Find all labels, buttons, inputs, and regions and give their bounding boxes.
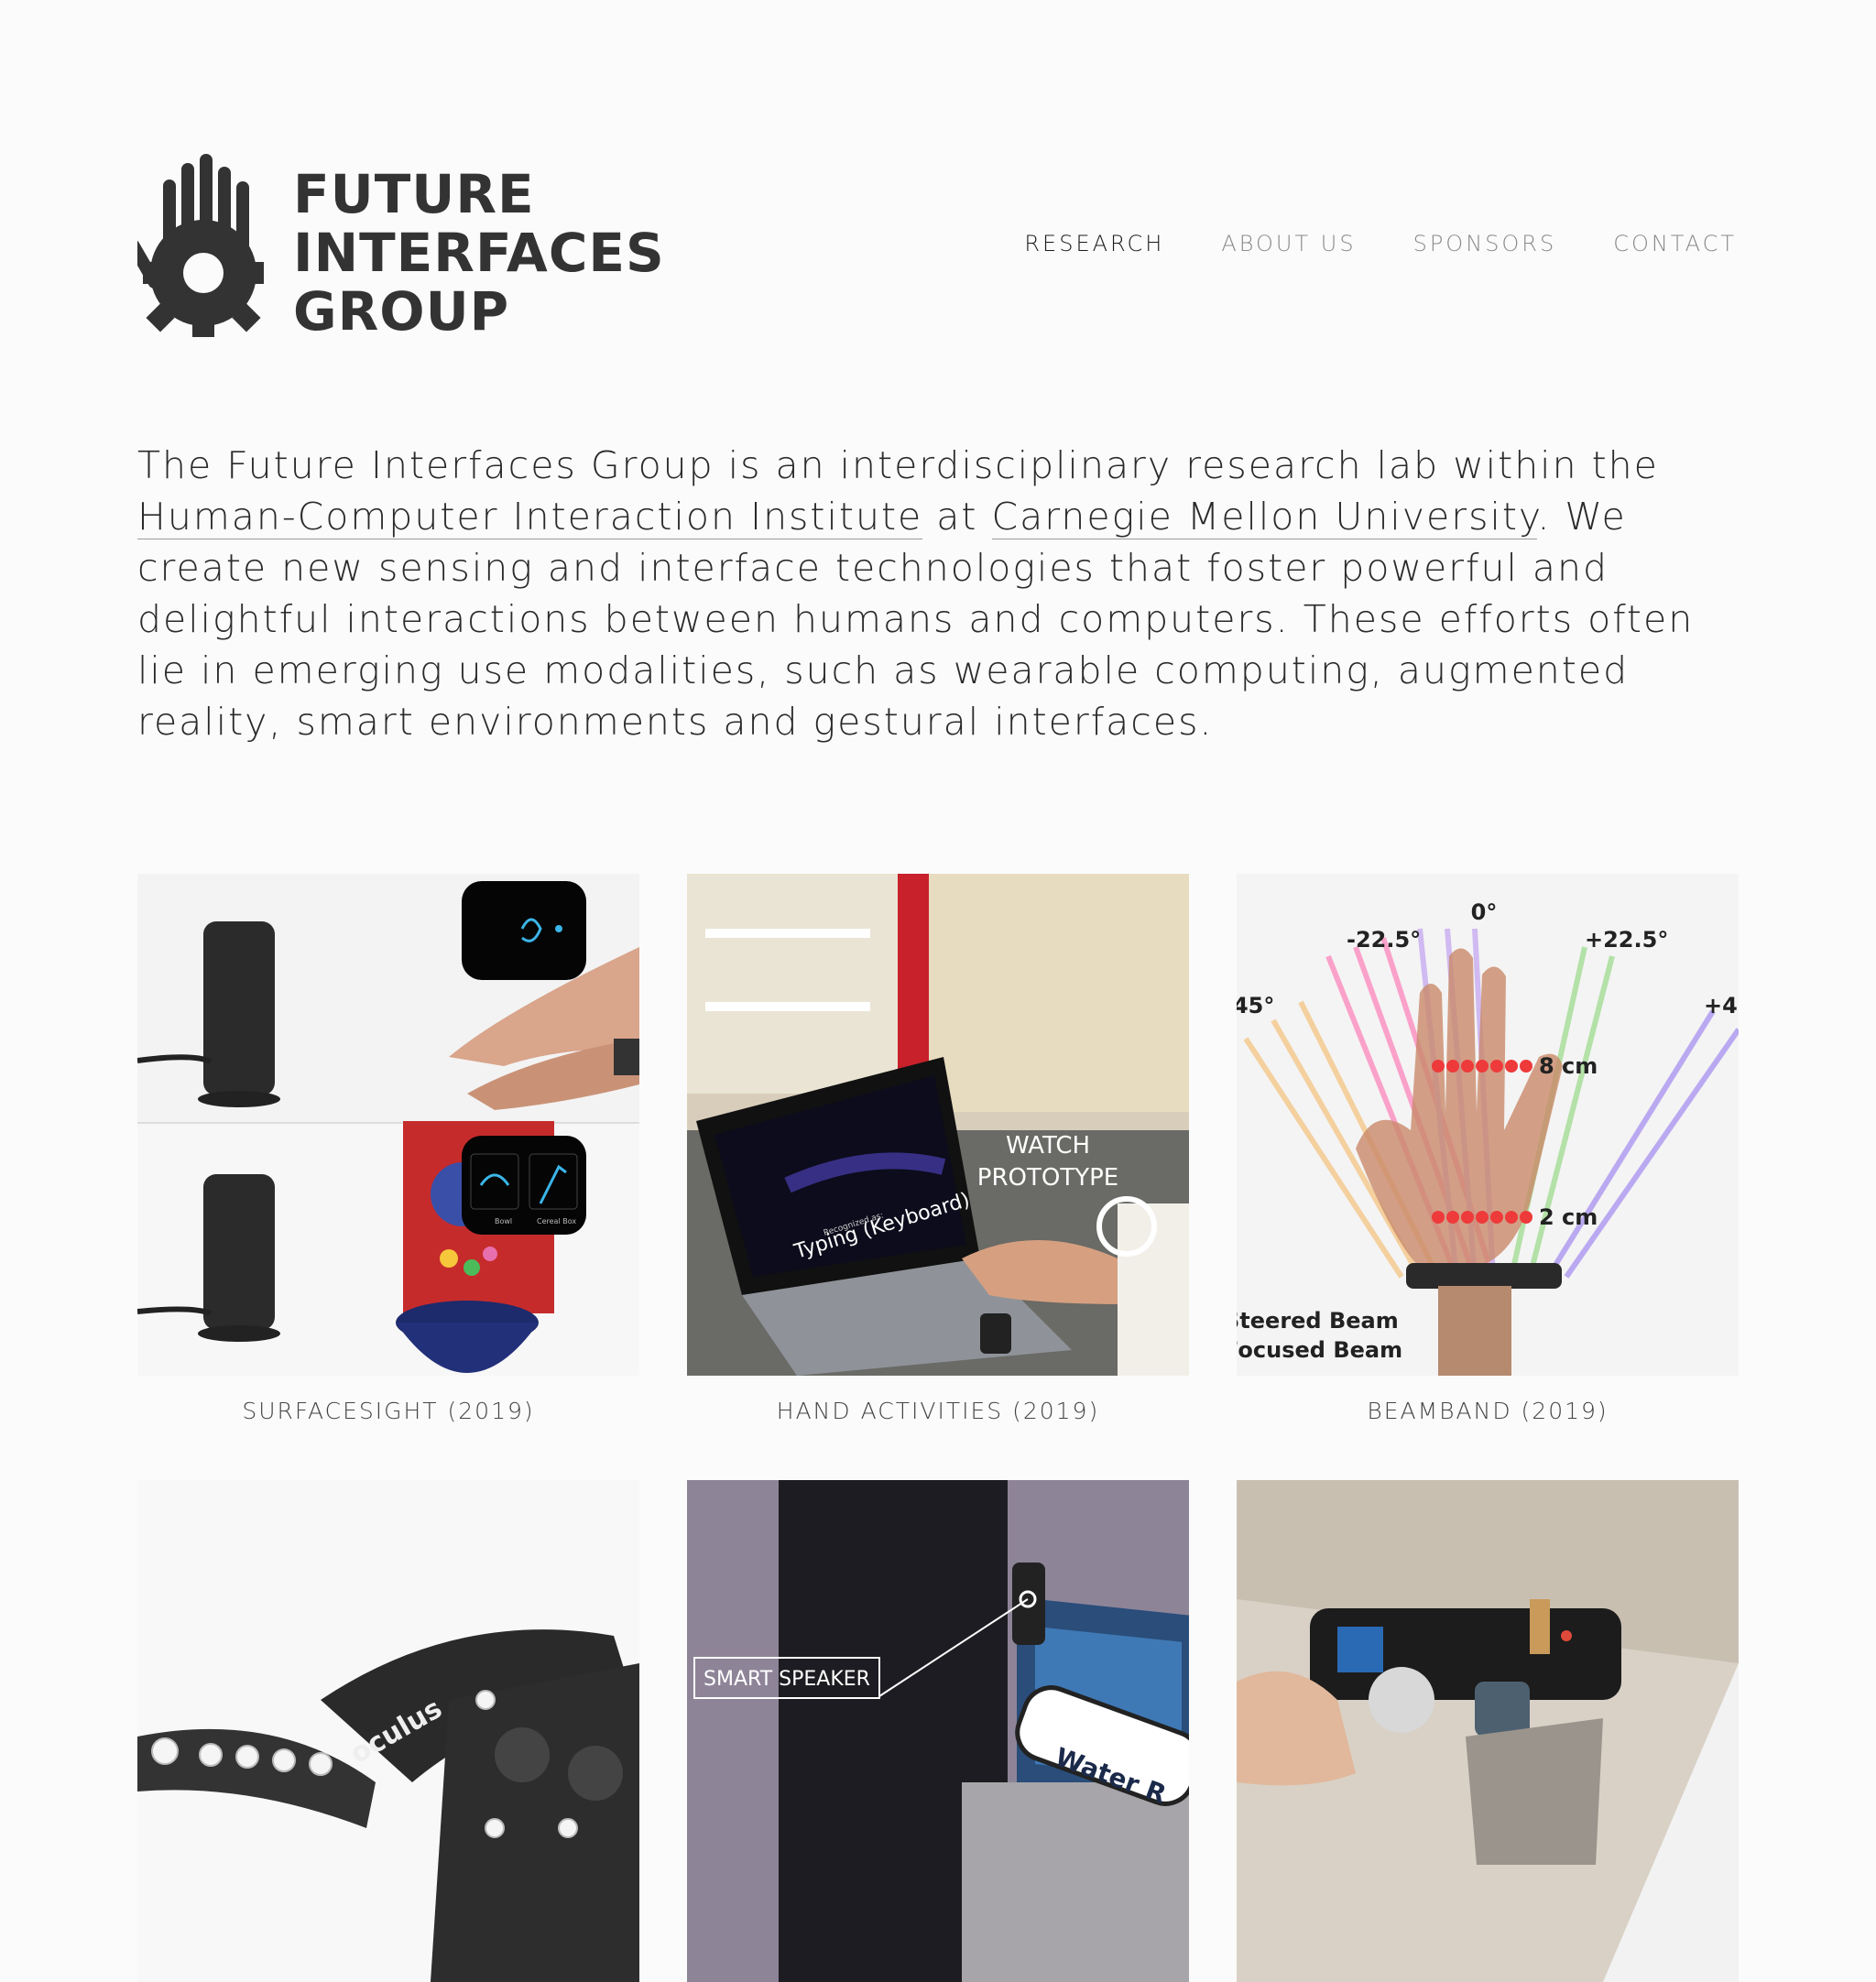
intro-paragraph: The Future Interfaces Group is an interd… bbox=[137, 440, 1731, 747]
project-image-smart-speaker: Water R SMART SPEAKER bbox=[687, 1480, 1189, 1982]
hand-gear-logo-icon bbox=[137, 154, 264, 337]
surfacesight-label-bowl: Bowl bbox=[495, 1217, 512, 1225]
project-card-surfacesight[interactable]: Bowl Cereal Box SURFACESIGHT (2019) bbox=[137, 874, 639, 1480]
project-image-beamband: 0° -22.5° +22.5° -45° +45° 8 cm 2 cm Ste… bbox=[1237, 874, 1739, 1376]
project-card-ceiling-device[interactable] bbox=[1237, 1480, 1739, 1982]
logo-line-1: FUTURE bbox=[293, 163, 535, 225]
nav-about-us[interactable]: ABOUT US bbox=[1221, 231, 1356, 256]
site-logo[interactable]: FUTURE INTERFACES GROUP bbox=[137, 154, 665, 341]
intro-text-1: The Future Interfaces Group is an interd… bbox=[137, 443, 1659, 487]
smart-speaker-label: SMART SPEAKER bbox=[704, 1668, 870, 1691]
surfacesight-label-cereal: Cereal Box bbox=[537, 1217, 576, 1225]
nav-sponsors[interactable]: SPONSORS bbox=[1413, 231, 1557, 256]
nav-contact[interactable]: CONTACT bbox=[1613, 231, 1737, 256]
nav-research[interactable]: RESEARCH bbox=[1024, 231, 1164, 256]
beamband-angle-minus-45: -45° bbox=[1237, 993, 1274, 1018]
project-image-hand-activities: Typing (Keyboard) Recognized as: WATCH P… bbox=[687, 874, 1189, 1376]
beamband-steered-beam: Steered Beam bbox=[1237, 1308, 1399, 1334]
hand-activities-prototype-label: PROTOTYPE bbox=[977, 1164, 1118, 1192]
project-card-beamband[interactable]: 0° -22.5° +22.5° -45° +45° 8 cm 2 cm Ste… bbox=[1237, 874, 1739, 1480]
intro-text-2: at bbox=[922, 495, 992, 539]
logo-line-2: INTERFACES bbox=[293, 222, 665, 284]
beamband-distance-2cm: 2 cm bbox=[1539, 1204, 1598, 1230]
project-grid: Bowl Cereal Box SURFACESIGHT (2019) Typi… bbox=[137, 874, 1739, 1982]
project-image-vr-headset: oculus bbox=[137, 1480, 639, 1982]
project-title: HAND ACTIVITIES (2019) bbox=[776, 1398, 1100, 1424]
project-card-vr-headset[interactable]: oculus bbox=[137, 1480, 639, 1982]
cmu-link[interactable]: Carnegie Mellon University bbox=[991, 495, 1538, 539]
project-title: BEAMBAND (2019) bbox=[1367, 1398, 1609, 1424]
main-nav: RESEARCH ABOUT US SPONSORS CONTACT bbox=[1024, 231, 1737, 256]
project-title: SURFACESIGHT (2019) bbox=[242, 1398, 535, 1424]
beamband-distance-8cm: 8 cm bbox=[1539, 1053, 1598, 1079]
beamband-angle-0: 0° bbox=[1471, 899, 1498, 925]
project-image-ceiling-device bbox=[1237, 1480, 1739, 1982]
hand-activities-watch-label: WATCH bbox=[1006, 1132, 1090, 1160]
beamband-angle-plus-45: +45° bbox=[1704, 993, 1739, 1018]
project-card-hand-activities[interactable]: Typing (Keyboard) Recognized as: WATCH P… bbox=[687, 874, 1189, 1480]
project-image-surfacesight: Bowl Cereal Box bbox=[137, 874, 639, 1376]
beamband-angle-plus-22: +22.5° bbox=[1585, 927, 1668, 953]
logo-line-3: GROUP bbox=[293, 280, 510, 343]
hcii-link[interactable]: Human-Computer Interaction Institute bbox=[137, 495, 923, 539]
logo-wordmark: FUTURE INTERFACES GROUP bbox=[293, 165, 665, 341]
project-card-smart-speaker[interactable]: Water R SMART SPEAKER bbox=[687, 1480, 1189, 1982]
beamband-angle-minus-22: -22.5° bbox=[1347, 927, 1421, 953]
beamband-focused-beam: Focused Beam bbox=[1237, 1337, 1402, 1363]
